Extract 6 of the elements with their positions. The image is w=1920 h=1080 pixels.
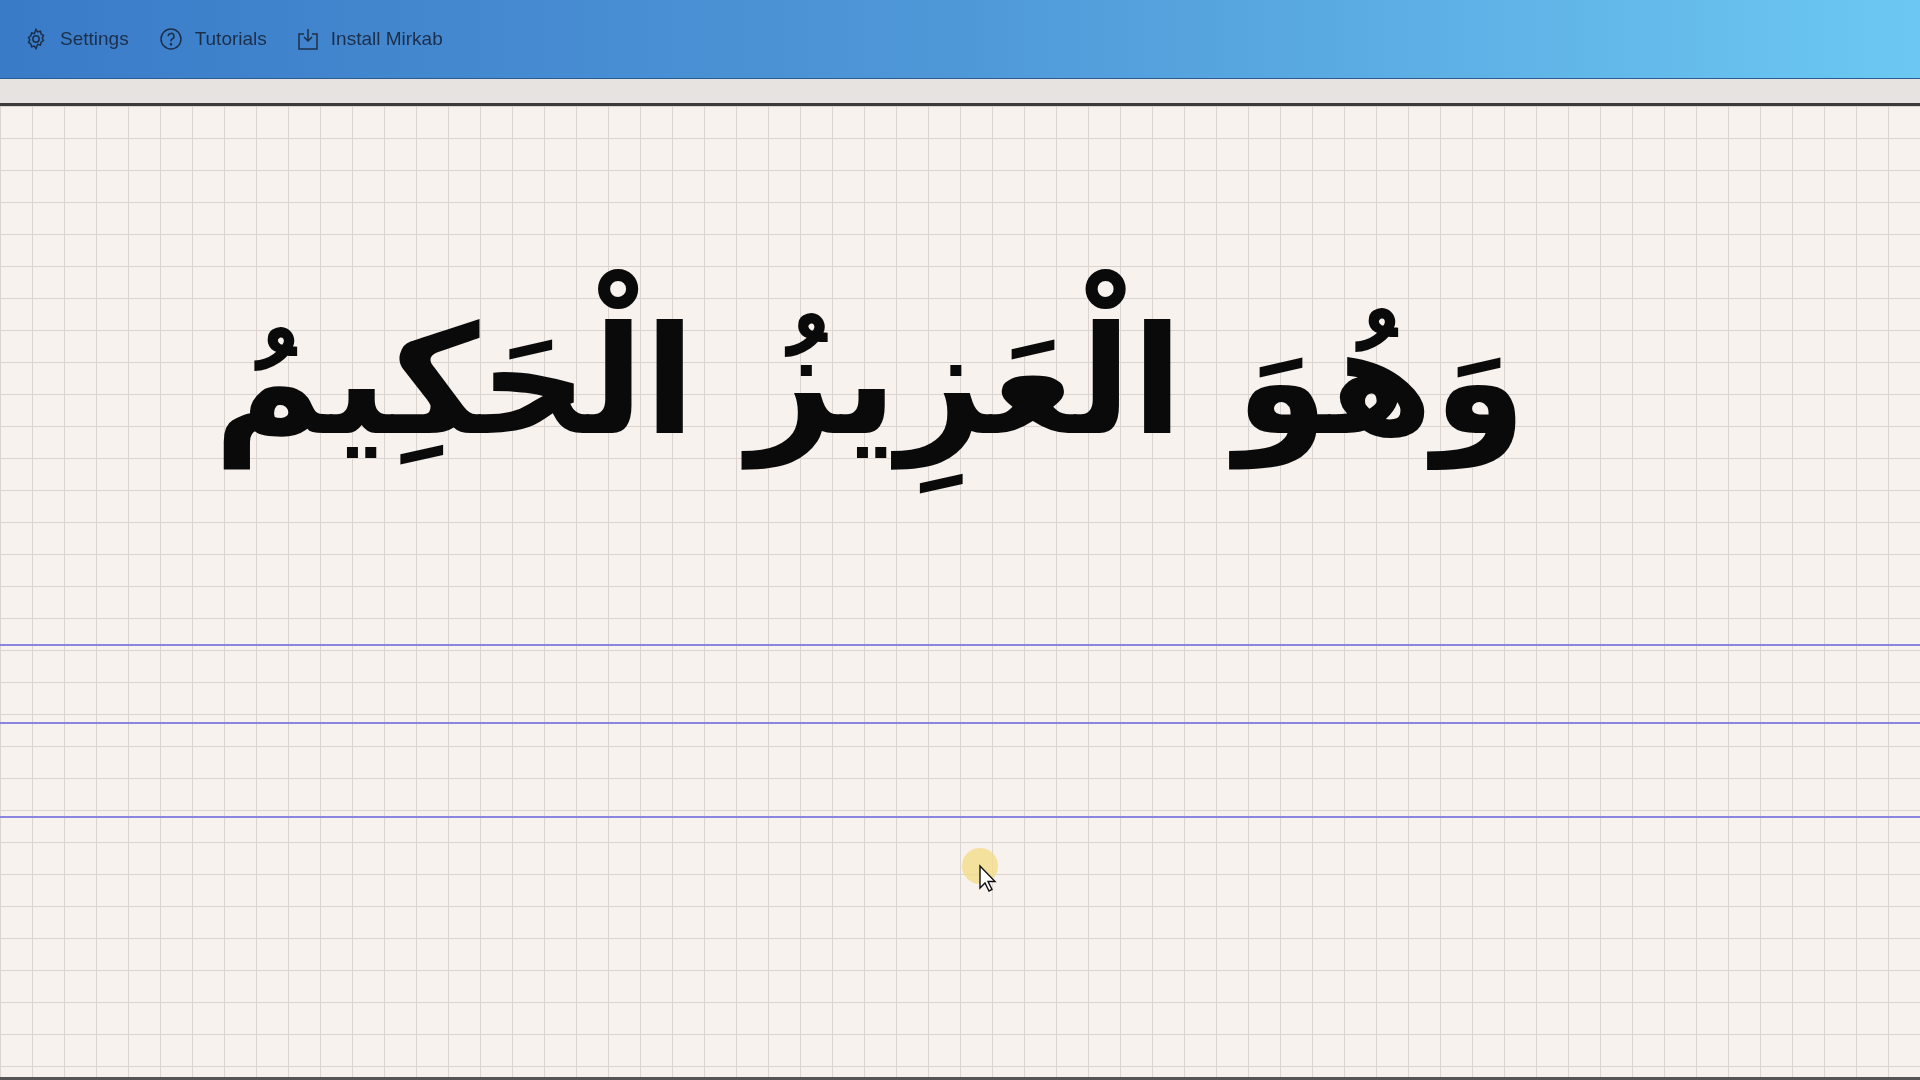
arabic-calligraphy: وَهُوَ الْعَزِيزُ الْحَكِيمُ (193, 216, 1547, 546)
toolbar-button[interactable]: Install Mirkab (284, 19, 455, 59)
download-icon (296, 27, 319, 51)
toolbar-button[interactable]: Settings (12, 19, 141, 59)
help-icon (158, 27, 183, 51)
toolbar-button[interactable]: Tutorials (146, 19, 279, 59)
